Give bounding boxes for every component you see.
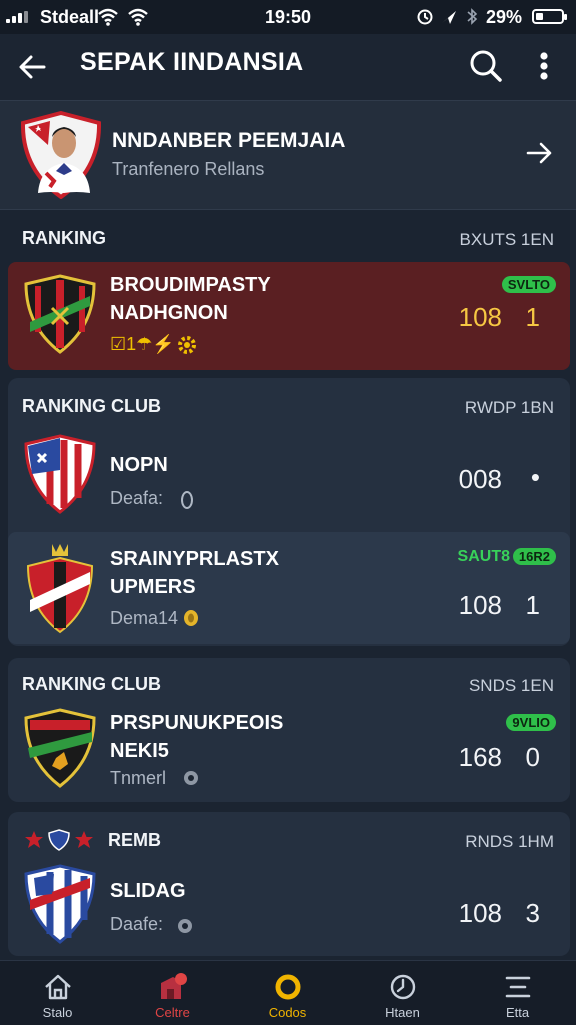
club-name: NOPN (110, 454, 168, 476)
medal-icon (184, 610, 198, 626)
club-crest-icon (26, 544, 94, 634)
club-crest-icon (24, 274, 96, 354)
status-badge: 16R2 (512, 548, 556, 565)
section-title: RANKING CLUB (22, 674, 161, 694)
status-badge: 9VLIO (506, 714, 556, 731)
arrow-right-icon[interactable] (524, 137, 556, 169)
status-badge: SVLTO (501, 276, 556, 293)
club-points: 108 (458, 590, 502, 620)
clock-icon (390, 974, 416, 1000)
info-icon (181, 491, 193, 509)
more-options-icon[interactable] (528, 46, 560, 86)
nav-label: Etta (505, 1005, 530, 1020)
nav-label: Stalo (42, 1005, 73, 1020)
status-tag: SAUT8 (457, 548, 510, 565)
wifi-icon (98, 8, 118, 26)
bottom-navigation: Stalo Celtre Codos Htaen Etta (0, 960, 576, 1025)
menu-icon (505, 976, 531, 998)
club-subtitle: Dema14 (110, 608, 179, 628)
search-icon[interactable] (466, 46, 506, 86)
battery-icon (532, 9, 567, 24)
home-icon (45, 974, 71, 1000)
carrier-label: Stdeall (40, 7, 100, 27)
section-meta: SNDS 1EN (468, 676, 554, 695)
back-arrow-icon[interactable] (14, 48, 52, 86)
stars-icon (25, 829, 93, 851)
nav-item-codos[interactable]: Codos (230, 961, 345, 1025)
ranking-row[interactable]: PRSPUNUKPEOIS NEKI5 Tnmerl 9VLIO 168 0 (8, 700, 570, 800)
nav-item-history[interactable]: Htaen (345, 961, 460, 1025)
nav-label: Celtre (155, 1005, 190, 1020)
club-name-line2: NEKI5 (110, 740, 169, 762)
shop-icon (161, 973, 187, 999)
section-meta: RWDP 1BN (464, 398, 554, 417)
nav-label: Htaen (385, 1005, 420, 1020)
ranking-row[interactable]: NOPN Deafa: 008 • (8, 424, 570, 528)
club-rank: 1 (525, 590, 540, 620)
page-title: SEPAK IINDANSIA (80, 48, 304, 76)
info-icon (178, 919, 192, 933)
club-rank: 1 (525, 302, 540, 332)
status-bar: Stdeall 19:50 29% (0, 0, 576, 34)
club-name: PRSPUNUKPEOIS (110, 712, 284, 734)
signal-icon (6, 11, 32, 23)
ranking-row[interactable]: SLIDAG Daafe: 108 3 (8, 858, 570, 958)
app-bar: SEPAK IINDANSIA (0, 34, 576, 100)
club-rank: • (530, 462, 540, 492)
ranking-row[interactable]: BROUDIMPASTY NADHGNON ☑1☂⚡ SVLTO 108 1 (8, 262, 570, 370)
club-subtitle: Tnmerl (110, 768, 167, 788)
club-points: 108 (458, 302, 502, 332)
club-crest-icon (24, 708, 96, 788)
wifi-icon (128, 8, 148, 26)
section-title: RANKING (22, 228, 106, 248)
nav-item-more[interactable]: Etta (460, 961, 575, 1025)
club-crest-icon (24, 434, 96, 514)
club-points: 008 (458, 464, 502, 494)
nav-label: Codos (268, 1005, 307, 1020)
nav-item-home[interactable]: Stalo (0, 961, 115, 1025)
club-subtitle: Daafe: (110, 914, 164, 934)
player-avatar-icon (20, 111, 102, 199)
featured-player-subtitle: Tranfenero Rellans (112, 159, 265, 179)
section-meta: BXUTS 1EN (459, 230, 554, 249)
club-rank: 0 (525, 742, 540, 772)
featured-player-card[interactable]: NNDANBER PEEMJAIA Tranfenero Rellans (0, 100, 576, 210)
ranking-row[interactable]: SRAINYPRLASTX UPMERS Dema14 SAUT8 16R2 1… (8, 532, 570, 644)
section-meta: RNDS 1HM (465, 832, 554, 851)
club-crest-icon (24, 864, 96, 944)
club-name: SLIDAG (110, 880, 186, 902)
club-name: SRAINYPRLASTX (110, 548, 279, 570)
club-points: 108 (458, 898, 502, 928)
section-title: REMB (108, 830, 161, 850)
battery-percent: 29% (486, 7, 523, 27)
club-name-line2: NADHGNON (110, 302, 228, 324)
section-title: RANKING CLUB (22, 396, 161, 416)
club-rank: 3 (525, 898, 540, 928)
featured-player-name: NNDANBER PEEMJAIA (112, 129, 346, 152)
club-stats: ☑1☂⚡ (110, 334, 175, 354)
status-icons (417, 8, 478, 25)
status-time: 19:50 (264, 7, 312, 27)
nav-item-shop[interactable]: Celtre (115, 961, 230, 1025)
club-name: BROUDIMPASTY (110, 274, 271, 296)
club-subtitle: Deafa: (110, 488, 164, 508)
gear-icon (178, 336, 196, 354)
info-icon (184, 771, 198, 785)
club-name-line2: UPMERS (110, 576, 196, 598)
ring-icon (275, 974, 301, 1000)
club-points: 168 (458, 742, 502, 772)
